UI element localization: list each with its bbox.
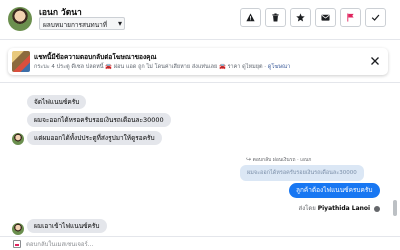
sent-by: ส่งโดย Piyathida Lanoi xyxy=(299,203,380,213)
quoted-message[interactable]: ผมจะออกได้หรอครับรอยเงินรถเดือนละ30000 xyxy=(240,165,364,181)
reply-arrow-icon: ↪ xyxy=(246,156,252,163)
incoming-message[interactable]: แต่ผมออกได้ทั้งปประตูที่ส่งรูปมาให้ดูรอค… xyxy=(27,131,162,145)
contact-avatar xyxy=(12,133,24,145)
star-icon xyxy=(296,13,305,22)
label-select-value: ผลบหมายการสนทนาที่ xyxy=(43,21,108,29)
warning-icon xyxy=(246,13,255,22)
message-input[interactable] xyxy=(26,238,366,250)
ad-thumbnail[interactable] xyxy=(12,51,30,72)
incoming-message[interactable]: ผมเอาเข้าไฟแนนซ์ครับ xyxy=(27,219,107,233)
flag-icon xyxy=(347,13,354,22)
conversation-label-select[interactable]: ผลบหมายการสนทนาที่ ▾ xyxy=(39,17,125,30)
mark-spam-button[interactable] xyxy=(240,8,261,27)
chevron-down-icon: ▾ xyxy=(117,19,122,28)
sent-by-label: ส่งโดย xyxy=(298,205,316,212)
incoming-message[interactable]: ผมจะออกได้หรอครับรอยเงินรถเดือนละ30000 xyxy=(27,113,171,127)
attachment-icon[interactable] xyxy=(13,240,21,248)
reply-context: ↪ ตอบกลับ ผ่อนเงินรถ · เอนก xyxy=(246,156,311,164)
star-button[interactable] xyxy=(290,8,311,27)
envelope-icon xyxy=(321,14,330,21)
banner-title: แชทนี้มีข้อความตอบกลับต่อโฆษณาของคุณ xyxy=(34,53,157,61)
sent-by-name[interactable]: Piyathida Lanoi xyxy=(318,205,370,212)
conversation-header: เอนก วัดนา ผลบหมายการสนทนาที่ ▾ xyxy=(0,0,400,40)
conversation-actions xyxy=(240,8,386,27)
message-composer xyxy=(0,236,400,250)
contact-avatar[interactable] xyxy=(8,7,32,31)
mark-done-button[interactable] xyxy=(365,8,386,27)
follow-up-button[interactable] xyxy=(340,8,361,27)
delete-button[interactable] xyxy=(265,8,286,27)
trash-icon xyxy=(272,13,279,22)
ad-reply-banner: แชทนี้มีข้อความตอบกลับต่อโฆษณาของคุณ กระ… xyxy=(8,48,388,75)
outgoing-message[interactable]: ลูกค้าต้องไฟแนนซ์ครบครับ xyxy=(289,183,380,198)
ad-description: กระบะ 4 ประตู ดีเซล ปลดหนี้ 🚘 ผ่อน แอด ถ… xyxy=(34,64,267,70)
mark-unread-button[interactable] xyxy=(315,8,336,27)
check-icon xyxy=(371,14,380,21)
seen-status-icon xyxy=(374,205,380,212)
incoming-message[interactable]: จัดไฟแนนซ์ครับ xyxy=(27,95,87,109)
scrollbar-thumb[interactable] xyxy=(393,200,397,216)
banner-subtitle: กระบะ 4 ประตู ดีเซล ปลดหนี้ 🚘 ผ่อน แอด ถ… xyxy=(34,63,290,71)
contact-avatar xyxy=(12,223,24,235)
reply-context-text: ตอบกลับ ผ่อนเงินรถ · เอนก xyxy=(252,157,312,163)
view-ad-link[interactable]: ดูโฆษณา xyxy=(268,64,290,70)
close-icon[interactable] xyxy=(370,56,380,66)
divider xyxy=(0,82,400,83)
